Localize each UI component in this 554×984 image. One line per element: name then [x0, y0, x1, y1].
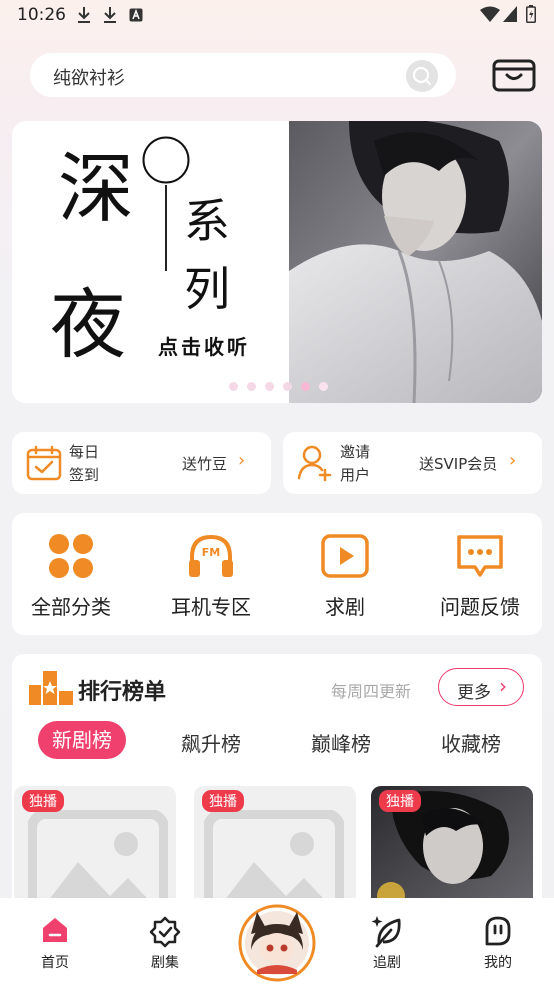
banner-text-panel: 深 夜 系 列 点击收听 — [12, 121, 289, 403]
battery-icon — [526, 5, 536, 23]
checkin-label-line2: 签到 — [69, 466, 100, 484]
banner-subtitle: 点击收听 — [158, 335, 250, 359]
home-icon — [43, 918, 67, 942]
chevron-right-icon: › — [499, 674, 507, 698]
nav-center-avatar[interactable] — [236, 898, 318, 984]
ranking-title: 排行榜单 — [78, 680, 167, 705]
play-icon — [321, 534, 369, 578]
invite-label-line1: 邀请 — [340, 443, 371, 461]
headphones-fm-icon: FM — [189, 534, 233, 577]
nav-label: 首页 — [41, 955, 69, 971]
checkin-reward: 送竹豆 — [182, 455, 228, 473]
search-icon — [412, 66, 432, 86]
status-bar: 10:26 — [0, 0, 554, 32]
download-icon — [104, 7, 116, 23]
function-grid: 全部分类 FM 耳机专区 求剧 问题反馈 — [12, 513, 542, 635]
func-label: 问题反馈 — [440, 595, 520, 619]
grid-icon — [49, 534, 93, 578]
carousel-dot[interactable] — [319, 382, 328, 391]
profile-face-icon — [485, 916, 511, 946]
moon-circle-icon — [142, 136, 190, 184]
avatar — [238, 904, 316, 982]
ranking-update-note: 每周四更新 — [331, 682, 412, 701]
nav-profile[interactable]: 我的 — [458, 898, 538, 984]
carousel-dot[interactable] — [229, 382, 238, 391]
search-button[interactable] — [406, 60, 438, 92]
invite-reward: 送SVIP会员 — [419, 455, 498, 473]
text-a-icon — [129, 8, 143, 22]
ranking-item[interactable]: 独播 — [14, 786, 176, 916]
status-time: 10:26 — [17, 5, 66, 25]
exclusive-badge: 独播 — [379, 790, 421, 812]
more-label: 更多 — [457, 683, 491, 703]
tab-new-drama[interactable]: 新剧榜 — [38, 721, 126, 759]
add-user-icon — [297, 445, 332, 482]
svg-text:FM: FM — [202, 546, 220, 559]
search-input[interactable]: 纯欲衬衫 — [30, 53, 456, 97]
banner-title-char: 列 — [184, 262, 230, 316]
carousel-dot[interactable] — [247, 382, 256, 391]
ranking-item[interactable]: 独播 — [371, 786, 533, 916]
tab-label: 新剧榜 — [52, 728, 112, 752]
search-query: 纯欲衬衫 — [53, 68, 125, 89]
bottom-nav: 首页 剧集 追剧 我的 — [0, 898, 554, 984]
func-label: 全部分类 — [31, 595, 111, 619]
banner-vertical-line — [165, 185, 167, 271]
invite-label-line2: 用户 — [340, 466, 371, 484]
nav-label: 我的 — [484, 955, 512, 971]
chevron-right-icon: › — [238, 450, 246, 471]
banner-title-char: 夜 — [50, 280, 126, 369]
nav-label: 剧集 — [151, 955, 179, 971]
banner-title-char: 系 — [184, 194, 230, 248]
inbox-button[interactable] — [492, 58, 536, 94]
carousel-dot[interactable] — [283, 382, 292, 391]
leaf-icon — [371, 916, 401, 948]
invite-user-card[interactable]: 邀请 用户 送SVIP会员 › — [283, 432, 542, 494]
banner-image — [289, 121, 542, 403]
func-label: 耳机专区 — [171, 595, 251, 619]
nav-following[interactable]: 追剧 — [347, 898, 427, 984]
func-label: 求剧 — [325, 595, 365, 619]
download-icon — [78, 7, 90, 23]
ranking-chart-icon — [29, 671, 73, 705]
ranking-item[interactable]: 独播 — [194, 786, 356, 916]
exclusive-badge: 独播 — [202, 790, 244, 812]
wifi-icon — [480, 6, 500, 22]
checkin-label-line1: 每日 — [69, 443, 100, 461]
nav-label: 追剧 — [373, 955, 401, 971]
carousel-dot-active[interactable] — [301, 382, 310, 391]
carousel-dot[interactable] — [265, 382, 274, 391]
inbox-icon — [492, 59, 536, 92]
tab-peak[interactable]: 巅峰榜 — [311, 728, 371, 757]
tab-favorites[interactable]: 收藏榜 — [441, 728, 501, 757]
calendar-check-icon — [26, 445, 62, 481]
badge-check-icon — [149, 916, 181, 948]
banner-title-char: 深 — [58, 144, 134, 233]
more-button[interactable]: 更多 › — [438, 668, 524, 706]
exclusive-badge: 独播 — [22, 790, 64, 812]
nav-home[interactable]: 首页 — [15, 898, 95, 984]
nav-episodes[interactable]: 剧集 — [125, 898, 205, 984]
chevron-right-icon: › — [509, 450, 517, 471]
signal-icon — [503, 6, 517, 22]
chat-bubble-icon — [457, 535, 503, 577]
daily-checkin-card[interactable]: 每日 签到 送竹豆 › — [12, 432, 271, 494]
tab-rising[interactable]: 飙升榜 — [181, 728, 241, 757]
banner-carousel[interactable]: 深 夜 系 列 点击收听 — [12, 121, 542, 403]
